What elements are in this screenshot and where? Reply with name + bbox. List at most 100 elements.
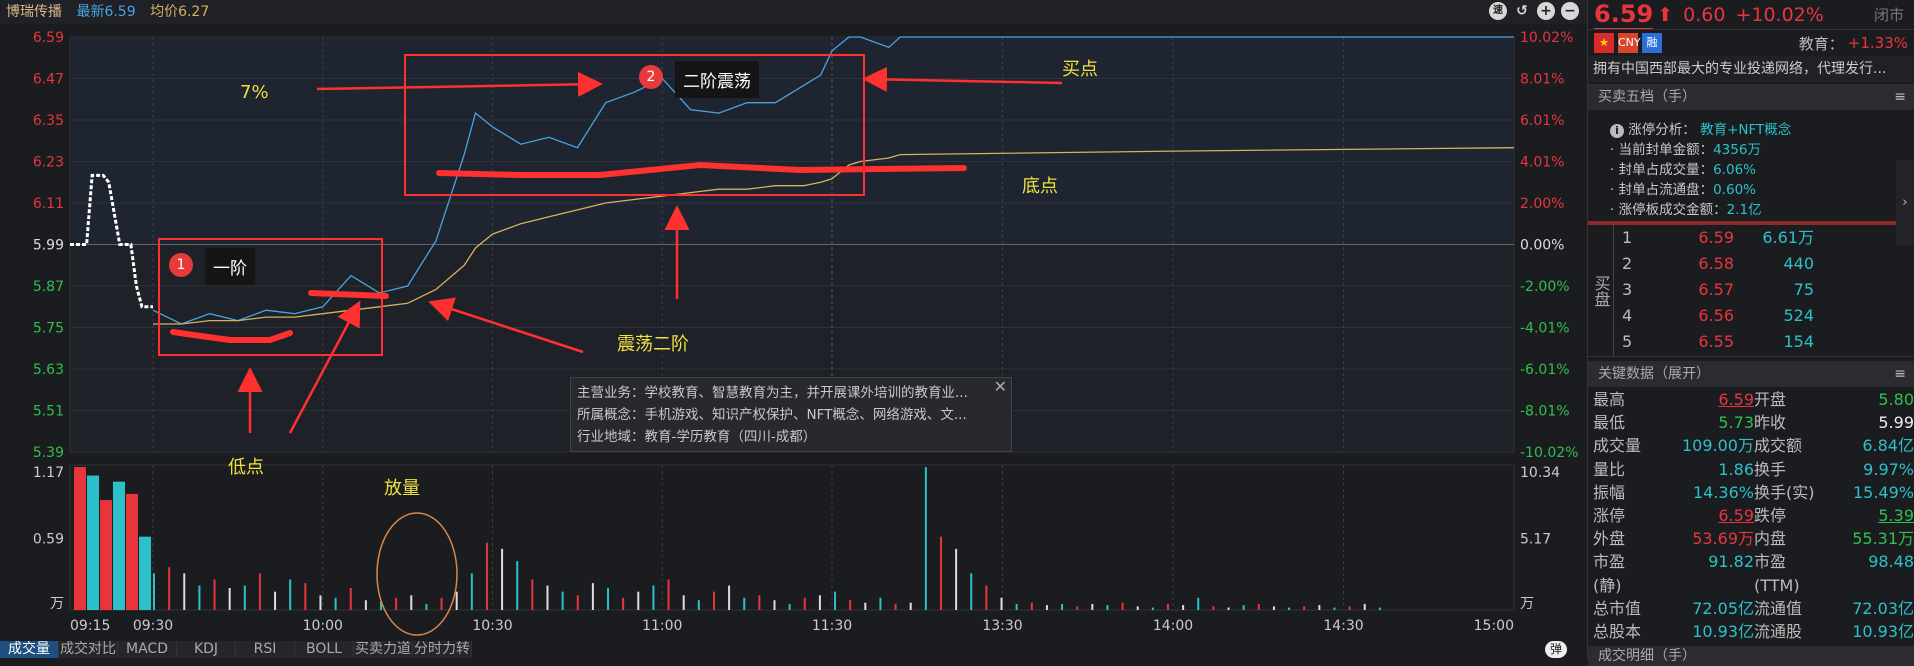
- sector-label[interactable]: 教育：: [1799, 33, 1844, 54]
- tab-macd[interactable]: MACD: [118, 641, 177, 658]
- buy-level-row[interactable]: 26.58440: [1614, 251, 1914, 277]
- volume-bar: [1333, 608, 1335, 610]
- volume-tick-right: 10.34: [1520, 465, 1560, 481]
- volume-bar: [198, 586, 200, 610]
- close-icon[interactable]: ✕: [994, 376, 1007, 398]
- volume-bar: [1303, 606, 1305, 610]
- key-data-header[interactable]: 关键数据（展开） ≡: [1588, 361, 1914, 387]
- intraday-chart[interactable]: 6.5910.02%6.478.01%6.356.01%6.234.01%6.1…: [0, 0, 1587, 641]
- key-data-grid: 最高6.59开盘5.80最低5.73昨收5.99成交量109.00万成交额6.8…: [1588, 387, 1914, 644]
- concepts: 所属概念：手机游戏、知识产权保护、NFT概念、网络游戏、文...: [577, 404, 1005, 426]
- volume-bar: [395, 598, 397, 610]
- buy-level-row[interactable]: 36.5775: [1614, 277, 1914, 303]
- price-tick: 6.59: [33, 30, 64, 46]
- trade-detail-header[interactable]: 成交明细（手）: [1588, 646, 1914, 666]
- buy-level-row[interactable]: 46.56524: [1614, 303, 1914, 329]
- price-tick: 6.23: [33, 155, 64, 171]
- key-data-value: 98.48: [1824, 550, 1914, 596]
- company-description[interactable]: 拥有中国西部最大的专业投递网络，代理发行...: [1588, 56, 1914, 82]
- main-business: 主营业务：学校教育、智慧教育为主，并开展课外培训的教育业...: [577, 382, 1005, 404]
- volume-circle: [377, 513, 457, 635]
- buy-side-label: 买盘: [1588, 225, 1614, 356]
- step-1-badge: 1: [169, 253, 193, 277]
- tab-boll[interactable]: BOLL: [295, 641, 354, 658]
- key-data-label: 开盘: [1754, 388, 1824, 411]
- tab-buy-sell-force[interactable]: 买卖力道: [354, 641, 413, 658]
- buy-level-p: 6.57: [1664, 277, 1734, 303]
- volume-bar: [501, 549, 503, 610]
- tab-kdj[interactable]: KDJ: [177, 641, 236, 658]
- pct-tick: -6.01%: [1520, 362, 1570, 378]
- volume-tick: 万: [50, 596, 64, 612]
- volume-bar: [1288, 608, 1290, 610]
- buy-level-p: 6.55: [1664, 329, 1734, 355]
- volume-bar: [1031, 603, 1033, 610]
- buy-level-i: 4: [1614, 303, 1664, 329]
- industry-region: 行业地域：教育-学历教育（四川-成都）: [577, 426, 1005, 448]
- key-data-label: 跌停: [1754, 504, 1824, 527]
- volume-bar: [864, 603, 866, 610]
- popup-toggle-button[interactable]: 弹: [1545, 641, 1567, 658]
- menu-icon[interactable]: ≡: [1894, 361, 1906, 387]
- key-data-label: 市盈(TTM): [1754, 550, 1824, 596]
- chevron-right-icon[interactable]: ›: [1896, 160, 1914, 245]
- volume-bar: [1106, 605, 1108, 610]
- volume-bar: [113, 482, 125, 610]
- volume-bar: [562, 592, 564, 610]
- volume-bar: [1001, 598, 1003, 610]
- volume-bar: [925, 467, 927, 610]
- volume-bar: [1197, 598, 1199, 610]
- margin-badge: 融: [1642, 33, 1662, 53]
- key-data-title: 关键数据（展开）: [1598, 366, 1710, 382]
- key-data-value: 72.05亿: [1649, 597, 1754, 620]
- key-data-value: 1.86: [1649, 458, 1754, 481]
- volume-bar: [425, 604, 427, 610]
- volume-bar: [1349, 606, 1351, 610]
- volume-bar: [456, 592, 458, 610]
- volume-bar: [879, 598, 881, 610]
- price-tick: 5.63: [33, 362, 64, 378]
- buy-level-row[interactable]: 56.55154: [1614, 329, 1914, 355]
- tab-volume-compare[interactable]: 成交对比: [59, 641, 118, 658]
- volume-bar: [1137, 606, 1139, 610]
- tab-rsi[interactable]: RSI: [236, 641, 295, 658]
- volume-bar: [1016, 604, 1018, 610]
- key-data-label: 流通股: [1754, 620, 1824, 643]
- tab-intraday-force[interactable]: 分时力转: [413, 641, 472, 658]
- key-data-label: 涨停: [1593, 504, 1649, 527]
- volume-bar: [244, 586, 246, 610]
- pct-tick: 6.01%: [1520, 113, 1564, 129]
- volume-bar: [1091, 604, 1093, 610]
- analysis-value: 2.1亿: [1727, 202, 1762, 218]
- key-data-value: 6.59: [1649, 504, 1754, 527]
- pct-tick: 8.01%: [1520, 72, 1564, 88]
- key-data-value: 5.39: [1824, 504, 1914, 527]
- tab-volume[interactable]: 成交量: [0, 641, 59, 658]
- volume-bar: [1182, 605, 1184, 610]
- volume-bar: [940, 537, 942, 610]
- indicator-tabs: 成交量 成交对比 MACD KDJ RSI BOLL 买卖力道 分时力转: [0, 641, 472, 658]
- time-tick: 14:00: [1153, 618, 1193, 634]
- volume-bar: [622, 598, 624, 610]
- note-volume-up: 放量: [384, 474, 420, 500]
- volume-bar: [319, 595, 321, 610]
- key-data-label: 昨收: [1754, 411, 1824, 434]
- volume-bar: [126, 494, 138, 610]
- analysis-key: · 当前封单金额：: [1610, 142, 1713, 158]
- menu-icon[interactable]: ≡: [1894, 84, 1906, 110]
- volume-panel: [70, 465, 1514, 610]
- volume-bar: [849, 600, 851, 610]
- volume-bar: [441, 598, 443, 610]
- pct-tick: -10.02%: [1520, 445, 1578, 461]
- key-data-value: 5.73: [1649, 411, 1754, 434]
- volume-bar: [289, 579, 291, 610]
- key-data-label: 市盈(静): [1593, 550, 1649, 596]
- key-data-label: 振幅: [1593, 481, 1649, 504]
- key-data-label: 内盘: [1754, 527, 1824, 550]
- key-data-label: 最低: [1593, 411, 1649, 434]
- key-data-label: 最高: [1593, 388, 1649, 411]
- volume-bar: [1243, 605, 1245, 610]
- note-low-point: 低点: [228, 453, 264, 479]
- note-buy-point: 买点: [1062, 55, 1098, 81]
- info-icon: i: [1610, 124, 1624, 138]
